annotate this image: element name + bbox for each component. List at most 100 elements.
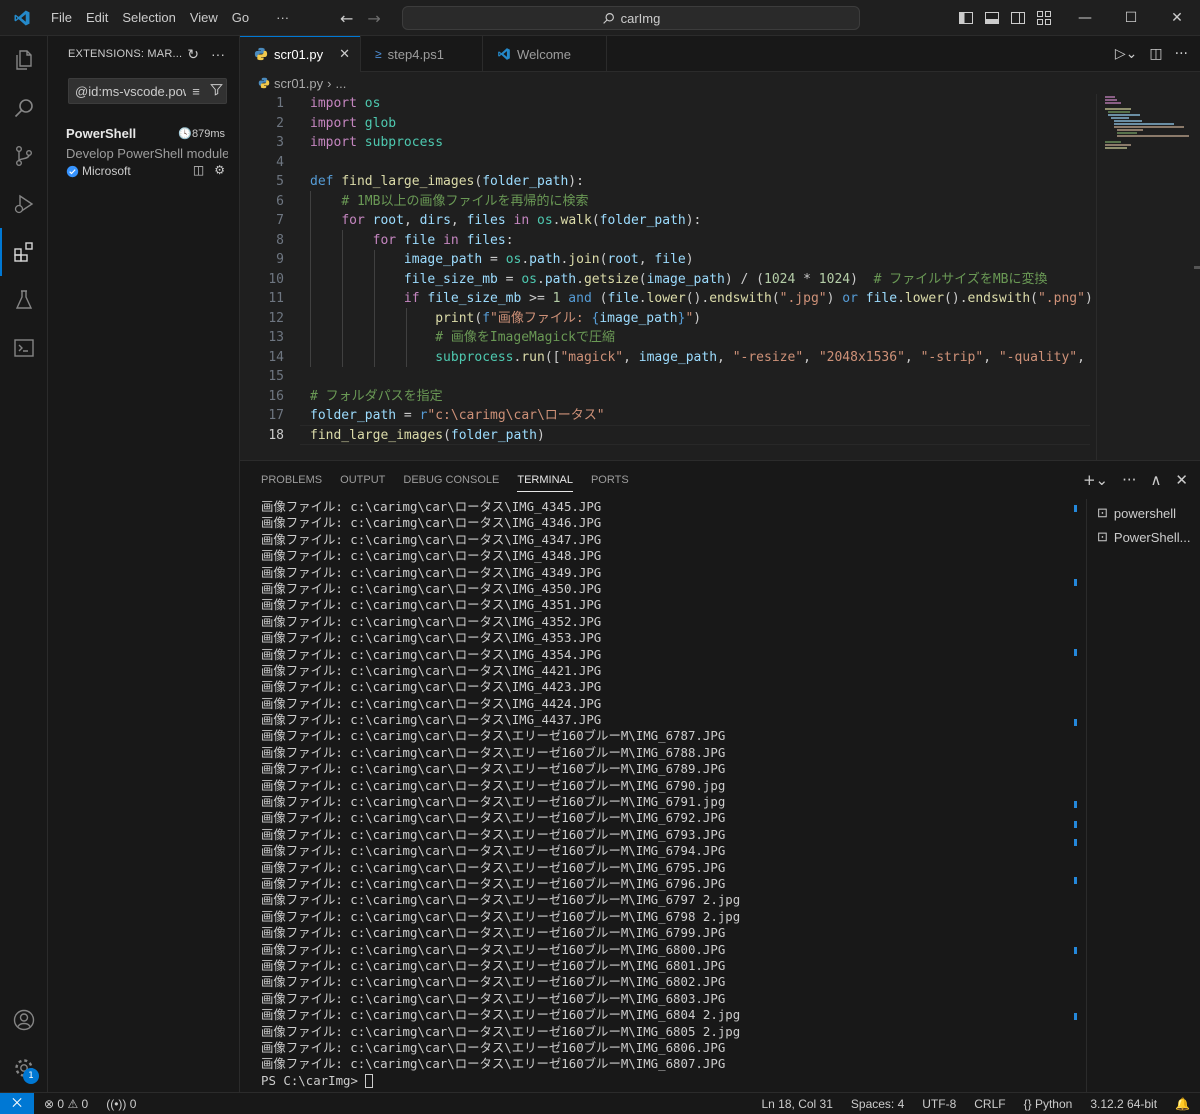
command-center-search[interactable]: carImg	[402, 6, 860, 30]
run-python-icon[interactable]: ▷⌄	[1115, 46, 1138, 62]
manage-gear-icon[interactable]: 1	[0, 1044, 48, 1092]
code-line: image_path = os.path.join(root, file)	[403, 252, 694, 267]
code-line: # 画像をImageMagickで圧縮	[435, 330, 615, 345]
menu-more[interactable]: ···	[256, 0, 296, 36]
editor-more-icon[interactable]: ···	[1175, 46, 1188, 62]
python-icon	[258, 77, 270, 89]
indentation[interactable]: Spaces: 4	[851, 1097, 904, 1111]
code-line: subprocess.run(["magick", image_path, "-…	[435, 349, 1085, 365]
close-panel-icon[interactable]: ✕	[1175, 471, 1188, 489]
menu-go[interactable]: Go	[225, 0, 256, 36]
terminal-icon: ⊡	[1097, 505, 1108, 520]
activation-time: 🕓879ms	[178, 128, 225, 140]
close-window-button[interactable]: ✕	[1154, 0, 1200, 36]
tab-ports[interactable]: PORTS	[582, 461, 638, 499]
verified-icon	[66, 165, 79, 177]
terminal-line: 画像ファイル: c:\carimg\car\ロータス\IMG_4424.JPG	[261, 695, 602, 711]
vscode-logo-icon	[0, 0, 44, 36]
terminal-prompt-line: PS C:\carImg>	[261, 1073, 1086, 1089]
maximize-button[interactable]: ☐	[1108, 0, 1154, 36]
extensions-icon[interactable]	[0, 228, 48, 276]
code-line: print(f"画像ファイル: {image_path}")	[435, 310, 702, 326]
run-debug-icon[interactable]	[0, 180, 48, 228]
terminal-scrollbar[interactable]	[1074, 499, 1078, 1093]
terminal-line: 画像ファイル: c:\carimg\car\ロータス\IMG_4347.JPG	[261, 531, 602, 547]
search-view-icon[interactable]	[0, 84, 48, 132]
code-line: find_large_images(folder_path)	[310, 427, 545, 443]
terminal-line: 画像ファイル: c:\carimg\car\ロータス\エリーゼ160ブルーM\I…	[261, 1007, 741, 1023]
python-interpreter[interactable]: 3.12.2 64-bit	[1090, 1097, 1157, 1111]
minimap[interactable]	[1096, 94, 1200, 460]
close-tab-icon[interactable]: ✕	[339, 46, 350, 62]
search-icon	[602, 12, 614, 24]
extension-settings-icon[interactable]: ⚙	[214, 163, 225, 177]
terminal-line: 画像ファイル: c:\carimg\car\ロータス\エリーゼ160ブルーM\I…	[261, 1056, 726, 1072]
menu-edit[interactable]: Edit	[79, 0, 115, 36]
menu-file[interactable]: File	[44, 0, 79, 36]
terminal-item-powershell[interactable]: ⊡ powershell	[1087, 501, 1200, 525]
cursor-position[interactable]: Ln 18, Col 31	[762, 1097, 833, 1111]
terminal-line: 画像ファイル: c:\carimg\car\ロータス\エリーゼ160ブルーM\I…	[261, 974, 726, 990]
refresh-icon[interactable]: ↻	[187, 46, 199, 63]
menu-view[interactable]: View	[183, 0, 225, 36]
ports-status[interactable]: ((•)) 0	[106, 1097, 136, 1111]
breadcrumb-symbols[interactable]: ...	[335, 76, 346, 91]
notifications-bell-icon[interactable]: 🔔	[1175, 1097, 1190, 1111]
tab-problems[interactable]: PROBLEMS	[252, 461, 331, 499]
filter-icon[interactable]	[206, 83, 226, 99]
terminal-line: 画像ファイル: c:\carimg\car\ロータス\エリーゼ160ブルーM\I…	[261, 728, 726, 744]
toggle-secondary-sidebar-icon[interactable]	[1010, 10, 1026, 26]
back-arrow-icon[interactable]: ←	[340, 9, 353, 28]
line-number: 17	[268, 408, 284, 423]
explorer-icon[interactable]	[0, 36, 48, 84]
maximize-panel-icon[interactable]: ∧	[1150, 471, 1161, 489]
tab-scr01-py[interactable]: scr01.py ✕	[240, 36, 362, 72]
new-terminal-icon[interactable]: +⌄	[1083, 471, 1108, 489]
clear-filter-icon[interactable]: ≡	[186, 84, 206, 99]
warning-icon: ⚠	[67, 1096, 79, 1111]
breadcrumb: scr01.py › ...	[240, 72, 1200, 94]
more-actions-icon[interactable]: ···	[211, 46, 225, 63]
line-number: 1	[276, 96, 284, 111]
terminal-line: 画像ファイル: c:\carimg\car\ロータス\IMG_4423.JPG	[261, 679, 602, 695]
terminal-line: 画像ファイル: c:\carimg\car\ロータス\エリーゼ160ブルーM\I…	[261, 859, 726, 875]
powershell-view-icon[interactable]	[0, 324, 48, 372]
remote-indicator-icon[interactable]: ⨉	[0, 1092, 34, 1114]
language-mode[interactable]: {} Python	[1024, 1097, 1073, 1111]
code-line: def find_large_images(folder_path):	[310, 174, 584, 189]
toggle-primary-sidebar-icon[interactable]	[958, 10, 974, 26]
tab-output[interactable]: OUTPUT	[331, 461, 394, 499]
breadcrumb-file[interactable]: scr01.py	[274, 76, 323, 91]
split-editor-icon[interactable]: ◫	[1149, 46, 1162, 62]
tab-debug-console[interactable]: DEBUG CONSOLE	[394, 461, 508, 499]
terminal-line: 画像ファイル: c:\carimg\car\ロータス\エリーゼ160ブルーM\I…	[261, 925, 726, 941]
terminal-output[interactable]: 画像ファイル: c:\carimg\car\ロータス\IMG_4345.JPG 画…	[240, 499, 1086, 1093]
extension-search-input[interactable]: @id:ms-vscode.powershell ≡	[68, 78, 227, 104]
panel-more-icon[interactable]: ···	[1122, 471, 1136, 489]
tab-terminal[interactable]: TERMINAL	[508, 461, 582, 499]
toggle-panel-icon[interactable]	[984, 10, 1000, 26]
tab-step4-ps1[interactable]: ≥ step4.ps1	[361, 36, 484, 72]
line-number: 10	[268, 271, 284, 287]
problems-status[interactable]: ⊗ 0 ⚠ 0	[44, 1097, 88, 1111]
code-line: import os	[310, 96, 381, 111]
terminal-line: 画像ファイル: c:\carimg\car\ロータス\エリーゼ160ブルーM\I…	[261, 744, 726, 760]
split-panel-icon[interactable]: ◫	[193, 163, 204, 177]
terminal-item-powershell-extension[interactable]: ⊡ PowerShell...	[1087, 525, 1200, 549]
encoding[interactable]: UTF-8	[922, 1097, 956, 1111]
menu-selection[interactable]: Selection	[115, 0, 182, 36]
terminal-line: 画像ファイル: c:\carimg\car\ロータス\エリーゼ160ブルーM\I…	[261, 957, 726, 973]
tab-welcome[interactable]: Welcome	[483, 36, 608, 72]
testing-icon[interactable]	[0, 276, 48, 324]
code-editor[interactable]: 1 2 3 4 5 6 7 8 9 10 11 12 13 14 15 16 17 18 import os im…	[240, 94, 1200, 460]
customize-layout-icon[interactable]	[1036, 10, 1052, 26]
extension-list-item[interactable]: PowerShell 🕓879ms Develop PowerShell mod…	[48, 124, 239, 182]
code-lines: import os import glob import subprocess …	[310, 94, 1100, 445]
forward-arrow-icon[interactable]: →	[367, 9, 380, 28]
end-of-line[interactable]: CRLF	[974, 1097, 1005, 1111]
terminal-line: 画像ファイル: c:\carimg\car\ロータス\エリーゼ160ブルーM\I…	[261, 843, 726, 859]
minimize-button[interactable]: —	[1062, 0, 1108, 36]
accounts-icon[interactable]	[0, 996, 48, 1044]
source-control-icon[interactable]	[0, 132, 48, 180]
code-line: for file in files:	[372, 232, 514, 248]
